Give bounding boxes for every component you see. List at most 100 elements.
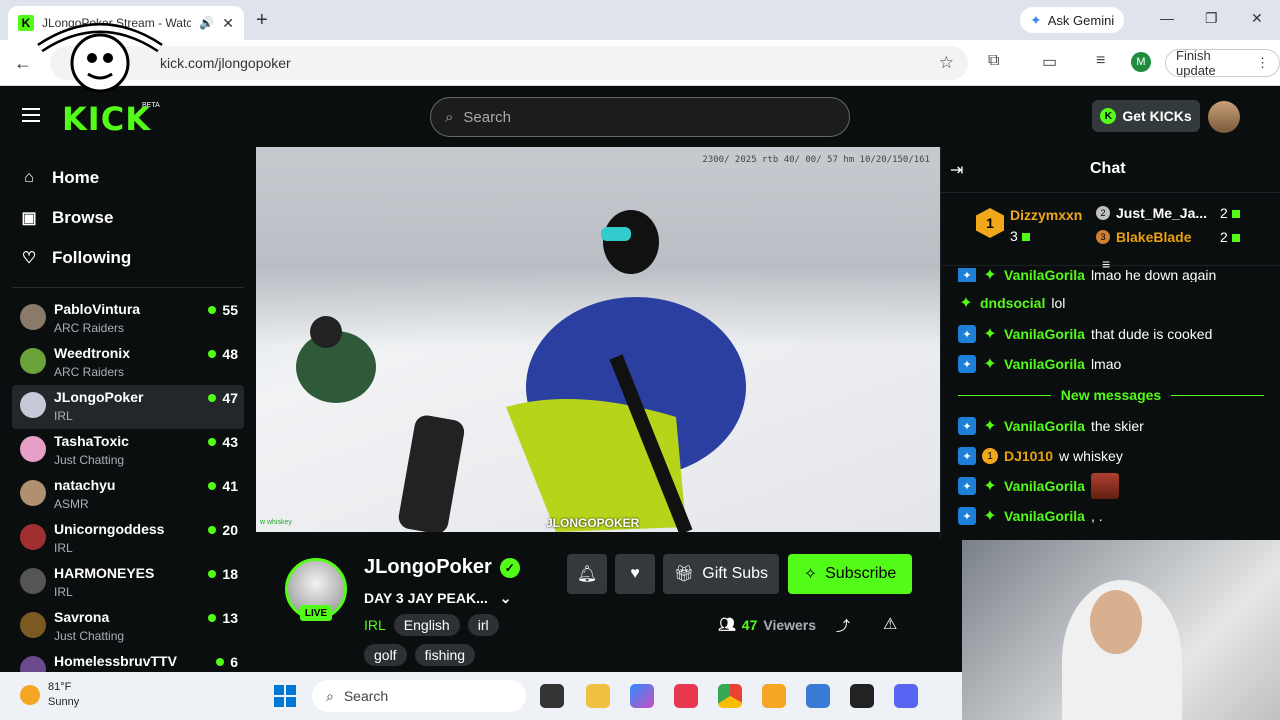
subscribe-label: Subscribe	[825, 565, 897, 582]
chat-username[interactable]: VanilaGorila	[1004, 508, 1085, 524]
channel-item[interactable]: Savrona Just Chatting 13	[12, 605, 244, 649]
close-tab-icon[interactable]: ✕	[222, 15, 234, 32]
chat-text: that dude is cooked	[1090, 326, 1213, 342]
divider-line	[1171, 394, 1264, 396]
chat-message: ✦ 1 DJ1010 w whiskey	[958, 447, 1123, 465]
channel-item[interactable]: Weedtronix ARC Raiders 48	[12, 341, 244, 385]
channel-category: ASMR	[54, 497, 89, 511]
bookmark-star-icon[interactable]: ☆	[939, 53, 954, 73]
ask-gemini-button[interactable]: ✦ Ask Gemini	[1020, 7, 1125, 33]
nav-item-browse[interactable]: ▣ Browse	[0, 198, 250, 238]
stream-tags: IRL English irl	[364, 614, 499, 636]
taskbar-search-label: Search	[343, 688, 389, 704]
channel-item[interactable]: TashaToxic Just Chatting 43	[12, 429, 244, 473]
address-bar[interactable]: kick.com/jlongopoker ☆	[50, 46, 968, 80]
tag[interactable]: irl	[467, 614, 499, 636]
discord-icon[interactable]	[894, 684, 918, 708]
video-chat-overlay: w whiskey	[260, 519, 292, 526]
channel-item[interactable]: natachyu ASMR 41	[12, 473, 244, 517]
more-menu-icon[interactable]: ⋮	[1256, 55, 1269, 71]
minimize-icon[interactable]: —	[1160, 10, 1174, 26]
user-avatar[interactable]	[1208, 101, 1240, 133]
kick-search-input[interactable]: ⌕ Search	[430, 97, 850, 137]
leaderboard-third-name[interactable]: BlakeBlade	[1116, 229, 1191, 245]
close-window-icon[interactable]: ✕	[1251, 10, 1263, 27]
share-icon[interactable]: ⤴	[836, 616, 850, 636]
subscribe-button[interactable]: ✧ Subscribe	[788, 554, 912, 594]
brightness-app-icon[interactable]	[762, 684, 786, 708]
task-view-icon[interactable]	[540, 684, 564, 708]
subscriber-badge-icon: ✦	[958, 355, 976, 373]
chat-username[interactable]: dndsocial	[980, 295, 1045, 311]
collapse-chat-icon[interactable]: ⇥	[950, 160, 963, 180]
new-tab-icon[interactable]: +	[256, 9, 268, 32]
count: 2	[1220, 205, 1228, 221]
notification-bell-button[interactable]: 🔔︎	[567, 554, 607, 594]
picsart-icon[interactable]	[674, 684, 698, 708]
follow-heart-button[interactable]: ♥	[615, 554, 655, 594]
subscriber-badge-icon: ✦	[958, 325, 976, 343]
restore-icon[interactable]: ❐	[1205, 10, 1218, 27]
weather-condition: Sunny	[48, 696, 80, 708]
speaker-icon[interactable]: 🔊	[199, 16, 214, 30]
report-warning-icon[interactable]: ⚠	[883, 614, 897, 634]
vip-diamond-icon: ✦	[983, 478, 997, 495]
new-messages-label: New messages	[1060, 387, 1162, 403]
tag[interactable]: golf	[364, 644, 407, 666]
tag[interactable]: English	[393, 614, 460, 636]
viewer-count: 47	[222, 390, 238, 406]
chrome-icon[interactable]	[718, 684, 742, 708]
video-player[interactable]: 2300/ 2025 rtb 40/ 00/ 57 hm 10/20/150/1…	[256, 147, 940, 532]
chat-username[interactable]: VanilaGorila	[1004, 268, 1085, 282]
search-icon: ⌕	[445, 108, 454, 126]
file-explorer-icon[interactable]	[586, 684, 610, 708]
get-kicks-button[interactable]: K Get KICKs	[1092, 100, 1200, 132]
windows-start-icon[interactable]	[274, 685, 296, 707]
finish-update-button[interactable]: Finish update ⋮	[1165, 48, 1280, 78]
channel-name: Savrona	[54, 609, 110, 625]
chevron-down-icon[interactable]: ⌄	[500, 590, 512, 607]
cast-icon[interactable]: ▭	[1042, 52, 1057, 72]
gift-subs-button[interactable]: 🎁︎ Gift Subs	[663, 554, 779, 594]
channel-item[interactable]: HARMONEYES IRL 18	[12, 561, 244, 605]
nav-item-following[interactable]: ♡ Following	[0, 238, 250, 278]
chat-username[interactable]: VanilaGorila	[1004, 326, 1085, 342]
leaderboard-second-name[interactable]: Just_Me_Ja...	[1116, 205, 1207, 221]
vip-diamond-icon: ✦	[959, 295, 973, 312]
streamer-name[interactable]: JLongoPoker	[364, 556, 492, 579]
copilot-icon[interactable]	[630, 684, 654, 708]
app-icon[interactable]	[806, 684, 830, 708]
chat-username[interactable]: VanilaGorila	[1004, 418, 1085, 434]
channel-item[interactable]: Unicorngoddess IRL 20	[12, 517, 244, 561]
get-kicks-label: Get KICKs	[1122, 108, 1192, 124]
extensions-icon[interactable]: ⧉	[988, 52, 999, 70]
tag[interactable]: fishing	[414, 644, 476, 666]
new-messages-divider[interactable]: New messages	[958, 386, 1264, 404]
channel-item[interactable]: PabloVintura ARC Raiders 55	[12, 297, 244, 341]
channel-avatar	[20, 524, 46, 550]
chat-message: ✦ ✦ VanilaGorila that dude is cooked	[958, 325, 1212, 343]
sun-icon	[20, 685, 40, 705]
chat-username[interactable]: VanilaGorila	[1004, 478, 1085, 494]
leaderboard-first-name[interactable]: Dizzymxxn	[1010, 207, 1082, 223]
profile-avatar[interactable]: M	[1131, 52, 1151, 72]
taskbar-search[interactable]: ⌕ Search	[312, 680, 526, 712]
live-dot-icon	[216, 658, 225, 666]
obs-icon[interactable]	[850, 684, 874, 708]
channel-item-active[interactable]: JLongoPoker IRL 47	[12, 385, 244, 429]
sidebar-divider	[12, 287, 244, 288]
live-dot-icon	[208, 306, 217, 314]
weather-text: 81°F Sunny	[48, 680, 79, 710]
leaderboard-third-count: 2	[1220, 229, 1240, 245]
weather-widget[interactable]: 81°F Sunny	[20, 680, 79, 710]
video-frame-illustration	[296, 210, 746, 532]
channel-item[interactable]: HomelessbruvTTV 6	[12, 649, 244, 672]
media-control-icon[interactable]: ≡	[1096, 52, 1105, 70]
nav-item-home[interactable]: ⌂ Home	[0, 158, 250, 198]
chat-username[interactable]: DJ1010	[1004, 448, 1053, 464]
webcam-head	[1090, 590, 1142, 654]
stream-category[interactable]: IRL	[364, 617, 386, 633]
hamburger-menu-icon[interactable]	[22, 108, 40, 126]
chat-username[interactable]: VanilaGorila	[1004, 356, 1085, 372]
search-icon: ⌕	[326, 687, 334, 704]
